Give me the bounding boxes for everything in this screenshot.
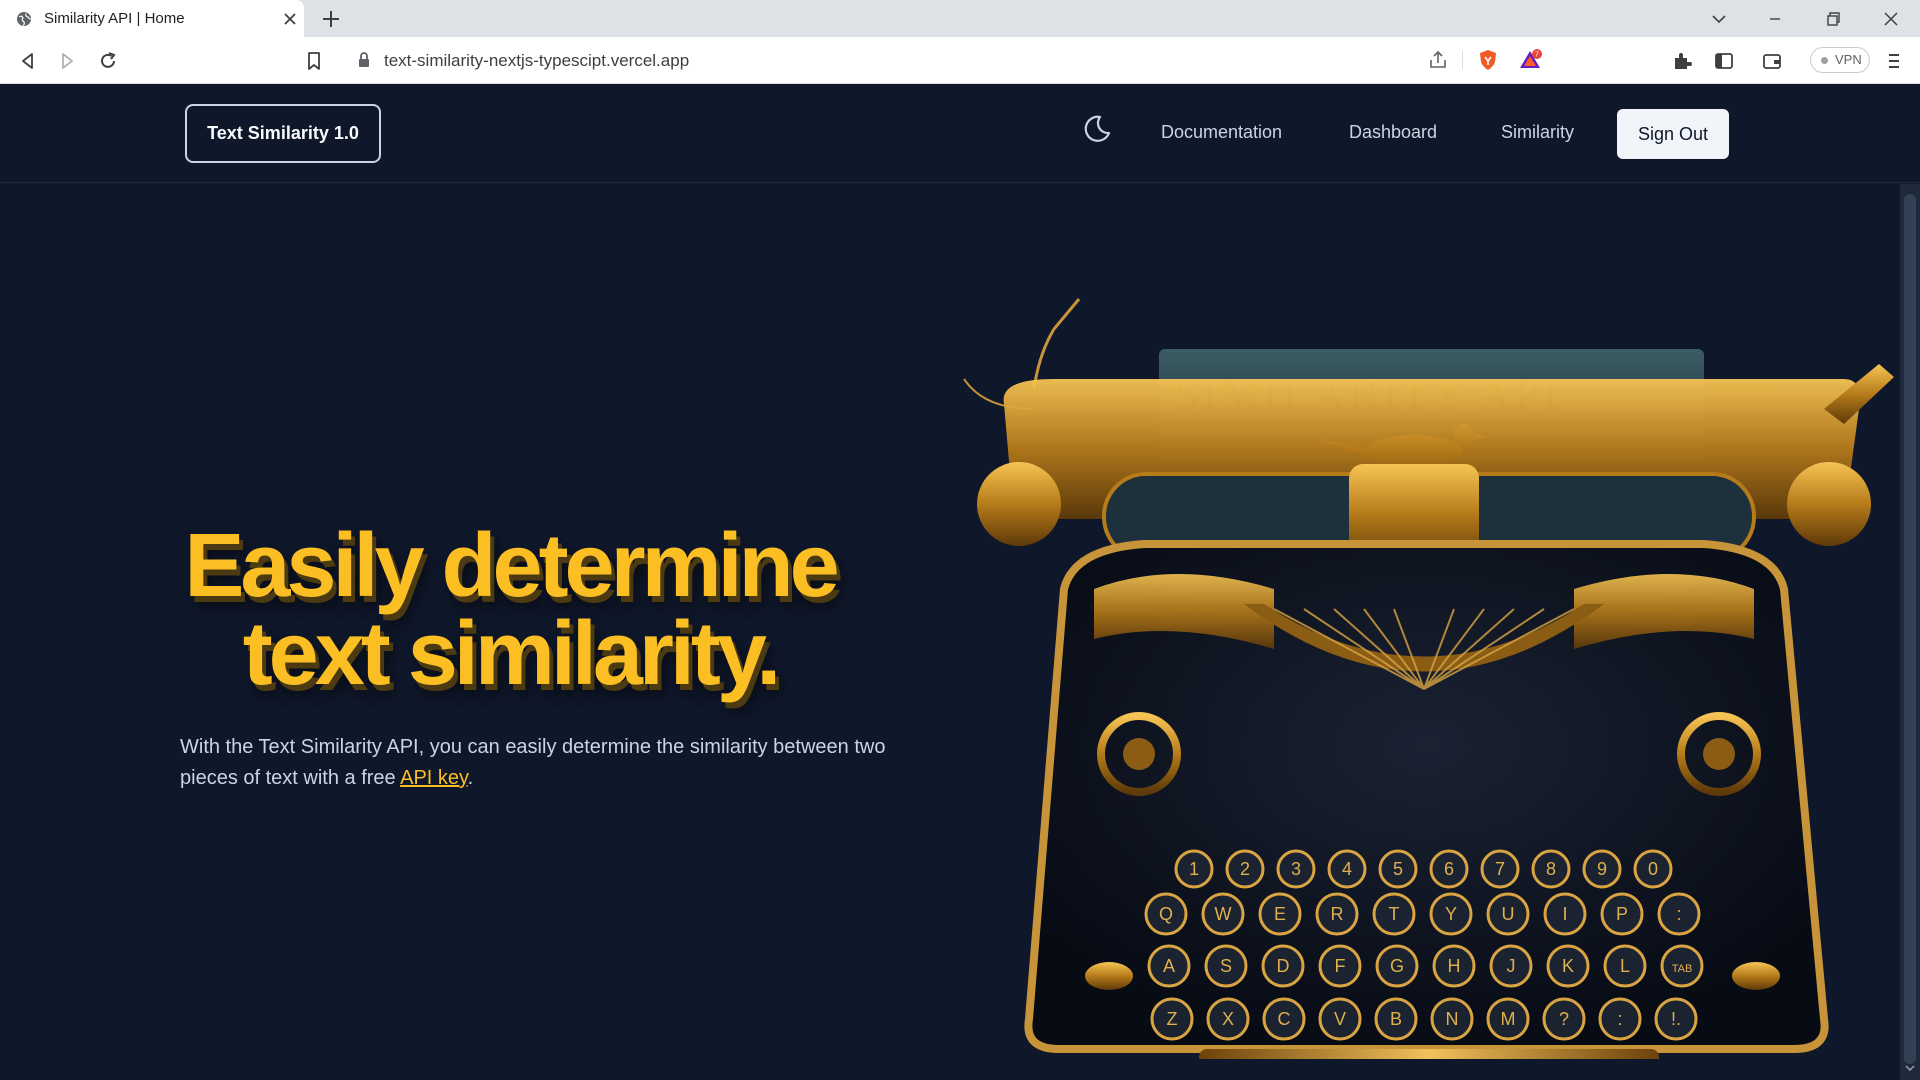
typewriter-key-label: B [1390, 1009, 1402, 1029]
typewriter-key-label: Z [1167, 1009, 1178, 1029]
chevron-down-icon[interactable] [1706, 6, 1732, 32]
nav-link-documentation[interactable]: Documentation [1161, 122, 1282, 143]
page-scrollbar[interactable] [1900, 184, 1920, 1080]
plus-icon[interactable] [320, 8, 342, 30]
close-window-icon[interactable] [1878, 6, 1904, 32]
scroll-thumb[interactable] [1904, 194, 1916, 1064]
typewriter-key-label: L [1620, 956, 1630, 976]
typewriter-key-label: 0 [1648, 859, 1658, 879]
tab-title: Similarity API | Home [44, 10, 185, 27]
share-icon[interactable] [1426, 48, 1450, 72]
typewriter-key-label: ? [1559, 1009, 1569, 1029]
bookmark-icon[interactable] [302, 49, 326, 73]
typewriter-key-label: C [1278, 1009, 1291, 1029]
address-bar[interactable]: text-similarity-nextjs-typescipt.vercel.… [340, 43, 1552, 77]
typewriter-key-label: K [1562, 956, 1574, 976]
typewriter-key-label: G [1390, 956, 1404, 976]
typewriter-key-label: P [1616, 904, 1628, 924]
vpn-label: VPN [1835, 52, 1862, 67]
wire-decoration [1032, 298, 1081, 390]
typewriter-key-label: !. [1671, 1009, 1681, 1029]
typewriter-key-label: J [1507, 956, 1516, 976]
typewriter-key-label: 4 [1342, 859, 1352, 879]
moon-icon[interactable] [1080, 112, 1114, 146]
vpn-status-dot [1821, 57, 1828, 64]
brand-button[interactable]: Text Similarity 1.0 [185, 104, 381, 163]
nav-link-similarity[interactable]: Similarity [1501, 122, 1574, 143]
typewriter-illustration: SIMILARITY API [963, 298, 1894, 1059]
reload-icon[interactable] [96, 49, 120, 73]
typewriter-key-label: X [1222, 1009, 1234, 1029]
headline-line-1: Easily determine [184, 516, 839, 616]
typewriter-key-label: 2 [1240, 859, 1250, 879]
dial-left-center [1123, 738, 1155, 770]
typewriter-key-label: 3 [1291, 859, 1301, 879]
page: Text Similarity 1.0 Documentation Dashbo… [0, 84, 1920, 1080]
api-key-link[interactable]: API key [400, 767, 467, 789]
typewriter-key-label: 6 [1444, 859, 1454, 879]
typewriter-key-label: E [1274, 904, 1286, 924]
extensions-icon[interactable] [1670, 49, 1694, 73]
typewriter-key-label: 7 [1495, 859, 1505, 879]
url-text: text-similarity-nextjs-typescipt.vercel.… [384, 51, 690, 70]
browser-toolbar: text-similarity-nextjs-typescipt.vercel.… [0, 37, 1920, 84]
typewriter-key-label: F [1335, 956, 1346, 976]
dial-right-center [1703, 738, 1735, 770]
restore-icon[interactable] [1820, 6, 1846, 32]
forward-icon[interactable] [55, 49, 79, 73]
close-icon[interactable] [280, 9, 300, 29]
typewriter-key-label: S [1220, 956, 1232, 976]
typewriter-key-label: 1 [1189, 859, 1199, 879]
scroll-down-arrow-icon[interactable] [1904, 1062, 1916, 1074]
browser-tab-strip: Similarity API | Home [0, 0, 1920, 37]
site-navbar: Text Similarity 1.0 Documentation Dashbo… [0, 84, 1920, 183]
sign-out-button[interactable]: Sign Out [1617, 109, 1729, 159]
typewriter-key-label: N [1446, 1009, 1459, 1029]
description-text: With the Text Similarity API, you can ea… [180, 736, 886, 789]
typewriter-key-label: W [1215, 904, 1232, 924]
platen-knob-left [977, 462, 1061, 546]
browser-tab[interactable]: Similarity API | Home [0, 0, 304, 37]
minimize-icon[interactable] [1762, 6, 1788, 32]
headline-line-2: text similarity. [242, 604, 782, 704]
typewriter-key-label: I [1562, 904, 1567, 924]
typewriter-key-label: U [1502, 904, 1515, 924]
nav-link-dashboard[interactable]: Dashboard [1349, 122, 1437, 143]
side-button-left [1085, 962, 1133, 990]
typewriter-key-label: Q [1159, 904, 1173, 924]
typewriter-key-label: TAB [1672, 963, 1693, 975]
globe-icon [17, 12, 31, 26]
menu-icon[interactable] [1882, 49, 1906, 73]
wallet-icon[interactable] [1760, 49, 1784, 73]
platen-knob-right [1787, 462, 1871, 546]
typewriter-key-label: 5 [1393, 859, 1403, 879]
spacebar [1199, 1049, 1659, 1059]
hero-headline: Easily determine text similarity. [150, 516, 870, 704]
typewriter-key-label: A [1163, 956, 1175, 976]
typewriter-key-label: : [1617, 1009, 1622, 1029]
vpn-button[interactable]: VPN [1810, 47, 1870, 73]
typewriter-key-label: Y [1445, 904, 1457, 924]
brave-shield-icon[interactable] [1476, 48, 1500, 72]
typewriter-key-label: 8 [1546, 859, 1556, 879]
side-button-right [1732, 962, 1780, 990]
typewriter-key-label: : [1676, 904, 1681, 924]
typewriter-key-label: T [1389, 904, 1400, 924]
typewriter-key-label: D [1277, 956, 1290, 976]
typewriter-key-label: H [1448, 956, 1461, 976]
typewriter-key-label: M [1501, 1009, 1516, 1029]
description-end: . [467, 767, 474, 789]
typewriter-key-label: 9 [1597, 859, 1607, 879]
svg-text:7: 7 [1535, 52, 1539, 59]
sidebar-icon[interactable] [1712, 49, 1736, 73]
typewriter-key-label: R [1331, 904, 1344, 924]
brave-rewards-icon[interactable]: 7 [1518, 48, 1542, 72]
hero-description: With the Text Similarity API, you can ea… [180, 732, 920, 794]
typewriter-key-label: V [1334, 1009, 1346, 1029]
divider [1462, 51, 1463, 69]
lock-icon[interactable] [352, 48, 376, 72]
back-icon[interactable] [16, 49, 40, 73]
